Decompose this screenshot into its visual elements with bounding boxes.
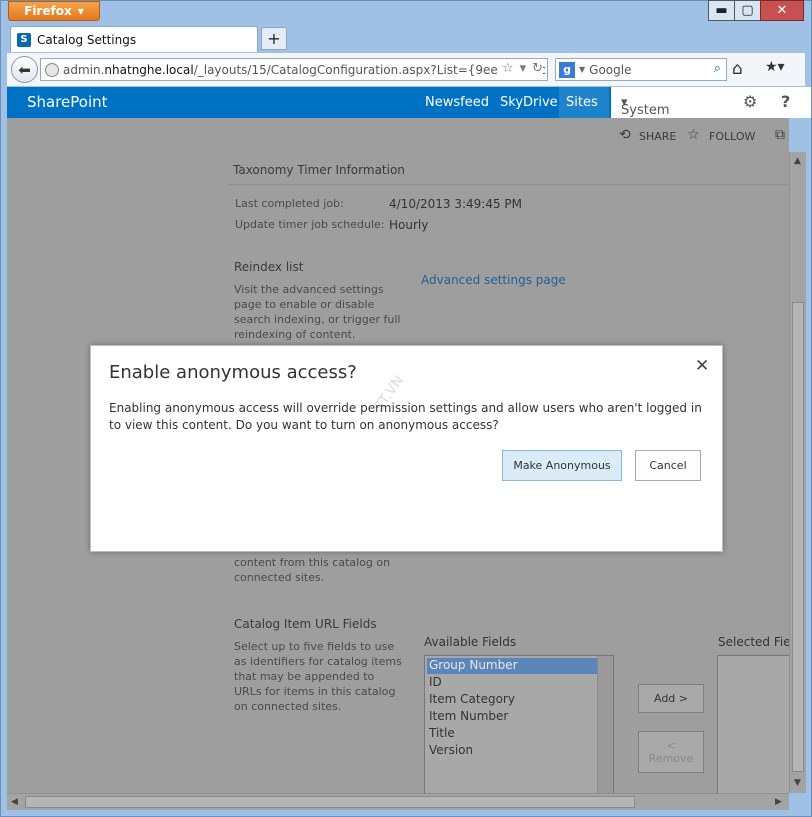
google-icon: g [559, 61, 575, 78]
url-fields-desc-line: that may be appended to [234, 670, 375, 683]
scroll-up-icon[interactable]: ▲ [794, 156, 801, 166]
search-input[interactable]: Google [589, 63, 631, 77]
back-button[interactable]: ⬅ [11, 56, 38, 83]
history-dropdown-icon[interactable]: ▾ [520, 61, 527, 76]
firefox-menu-label: Firefox [24, 4, 72, 18]
gear-icon[interactable]: ⚙ [743, 92, 757, 111]
url-fields-desc-line: Select up to five fields to use [234, 640, 395, 653]
dialog-title: Enable anonymous access? [109, 362, 357, 383]
follow-button[interactable]: FOLLOW [709, 130, 755, 143]
add-field-button[interactable]: Add > [638, 684, 704, 713]
list-item[interactable]: Item Category [427, 692, 597, 708]
search-icon[interactable]: ⌕ [714, 61, 721, 76]
reindex-desc-line: Visit the advanced settings [234, 283, 384, 296]
available-fields-listbox[interactable]: Group Number ID Item Category Item Numbe… [424, 655, 614, 793]
globe-icon [45, 62, 59, 77]
share-icon[interactable]: ⟲ [619, 127, 631, 143]
cancel-button[interactable]: Cancel [635, 450, 701, 481]
vertical-scrollbar[interactable]: ▲ ▼ [789, 152, 806, 793]
star-bookmark-icon[interactable]: ☆ [502, 61, 514, 76]
url-fields-desc-line: on connected sites. [234, 700, 342, 713]
minimize-button[interactable]: ▬ [708, 0, 735, 21]
engine-dropdown-icon[interactable]: ▼ [579, 65, 585, 74]
maximize-button[interactable]: ▢ [734, 0, 761, 21]
make-anonymous-button[interactable]: Make Anonymous [502, 450, 622, 481]
tab-title: Catalog Settings [37, 32, 137, 47]
firefox-menu-button[interactable]: Firefox ▼ [8, 1, 100, 21]
dialog-message: Enabling anonymous access will override … [109, 401, 702, 432]
newsfeed-link[interactable]: Newsfeed [425, 95, 489, 110]
list-item[interactable]: Item Number [427, 709, 597, 725]
list-item[interactable]: Version [427, 743, 597, 759]
available-fields-label: Available Fields [424, 635, 517, 649]
close-icon[interactable]: ✕ [695, 356, 709, 376]
partial-desc-line: content from this catalog on [234, 556, 391, 569]
list-item[interactable]: Title [427, 726, 597, 742]
follow-star-icon[interactable]: ☆ [687, 127, 700, 143]
url-bar[interactable]: admin.nhatnghe.local/_layouts/15/Catalog… [40, 58, 548, 81]
scroll-right-icon[interactable]: ▶ [775, 797, 782, 807]
selected-fields-label: Selected Fie [718, 635, 789, 649]
url-text: admin.nhatnghe.local/_layouts/15/Catalog… [63, 62, 546, 77]
schedule-label: Update timer job schedule: [235, 218, 385, 231]
new-tab-button[interactable]: + [261, 27, 287, 50]
bookmarks-menu-icon[interactable]: ★▾ [765, 59, 785, 75]
help-icon[interactable]: ? [781, 92, 790, 111]
schedule-value: Hourly [389, 218, 429, 232]
reindex-title: Reindex list [234, 260, 304, 274]
selected-fields-listbox[interactable] [717, 655, 789, 793]
horizontal-scroll-thumb[interactable] [25, 796, 635, 808]
tab-catalog-settings[interactable]: S Catalog Settings [10, 26, 258, 52]
focus-content-icon[interactable]: ⧉ [775, 127, 785, 143]
url-fields-desc-line: URLs for items in this catalog [234, 685, 396, 698]
close-window-button[interactable]: ✕ [760, 0, 804, 21]
url-fields-desc-line: as identifiers for catalog items [234, 655, 402, 668]
skydrive-link[interactable]: SkyDrive [500, 95, 558, 110]
sharepoint-brand[interactable]: SharePoint [27, 93, 108, 111]
navigation-toolbar: ⬅ admin.nhatnghe.local/_layouts/15/Catal… [7, 52, 805, 86]
url-fields-title: Catalog Item URL Fields [234, 617, 377, 631]
arrow-left-icon: ⬅ [18, 60, 31, 79]
divider [227, 184, 789, 185]
partial-desc-line: connected sites. [234, 571, 325, 584]
ribbon-bar: ⟲ SHARE ☆ FOLLOW ⧉ [7, 118, 789, 156]
system-account-menu[interactable]: System Account ▾ [621, 95, 674, 133]
list-item[interactable]: ID [427, 675, 597, 691]
last-job-value: 4/10/2013 3:49:45 PM [389, 197, 523, 211]
horizontal-scrollbar[interactable]: ◀ ▶ [7, 793, 789, 810]
reindex-desc-line: search indexing, or trigger full [234, 313, 401, 326]
share-button[interactable]: SHARE [639, 130, 676, 143]
reindex-desc-line: reindexing of content. [234, 328, 356, 341]
sites-link[interactable]: Sites [566, 95, 598, 110]
sharepoint-favicon-icon: S [17, 32, 31, 47]
taxonomy-title: Taxonomy Timer Information [233, 163, 405, 177]
home-icon[interactable]: ⌂ [732, 59, 743, 79]
sharepoint-suite-bar: SharePoint Newsfeed SkyDrive Sites Syste… [7, 87, 811, 133]
remove-field-button[interactable]: < Remove [638, 731, 704, 773]
scroll-left-icon[interactable]: ◀ [11, 797, 18, 807]
reload-icon[interactable]: ↻ [532, 61, 543, 76]
advanced-settings-link[interactable]: Advanced settings page [421, 273, 566, 287]
search-bar[interactable]: g ▼ Google ⌕ [555, 58, 727, 81]
reindex-desc-line: page to enable or disable [234, 298, 375, 311]
scroll-down-icon[interactable]: ▼ [794, 778, 801, 788]
listbox-scrollbar[interactable] [597, 656, 613, 793]
list-item[interactable]: Group Number [427, 658, 597, 674]
account-area: System Account ▾ ⚙ ? [611, 87, 811, 133]
caret-down-icon: ▼ [77, 6, 84, 16]
vertical-scroll-thumb[interactable] [792, 302, 804, 772]
last-job-label: Last completed job: [235, 197, 344, 210]
anonymous-access-dialog: Enable anonymous access? ✕ ST.VN Enablin… [90, 345, 723, 552]
